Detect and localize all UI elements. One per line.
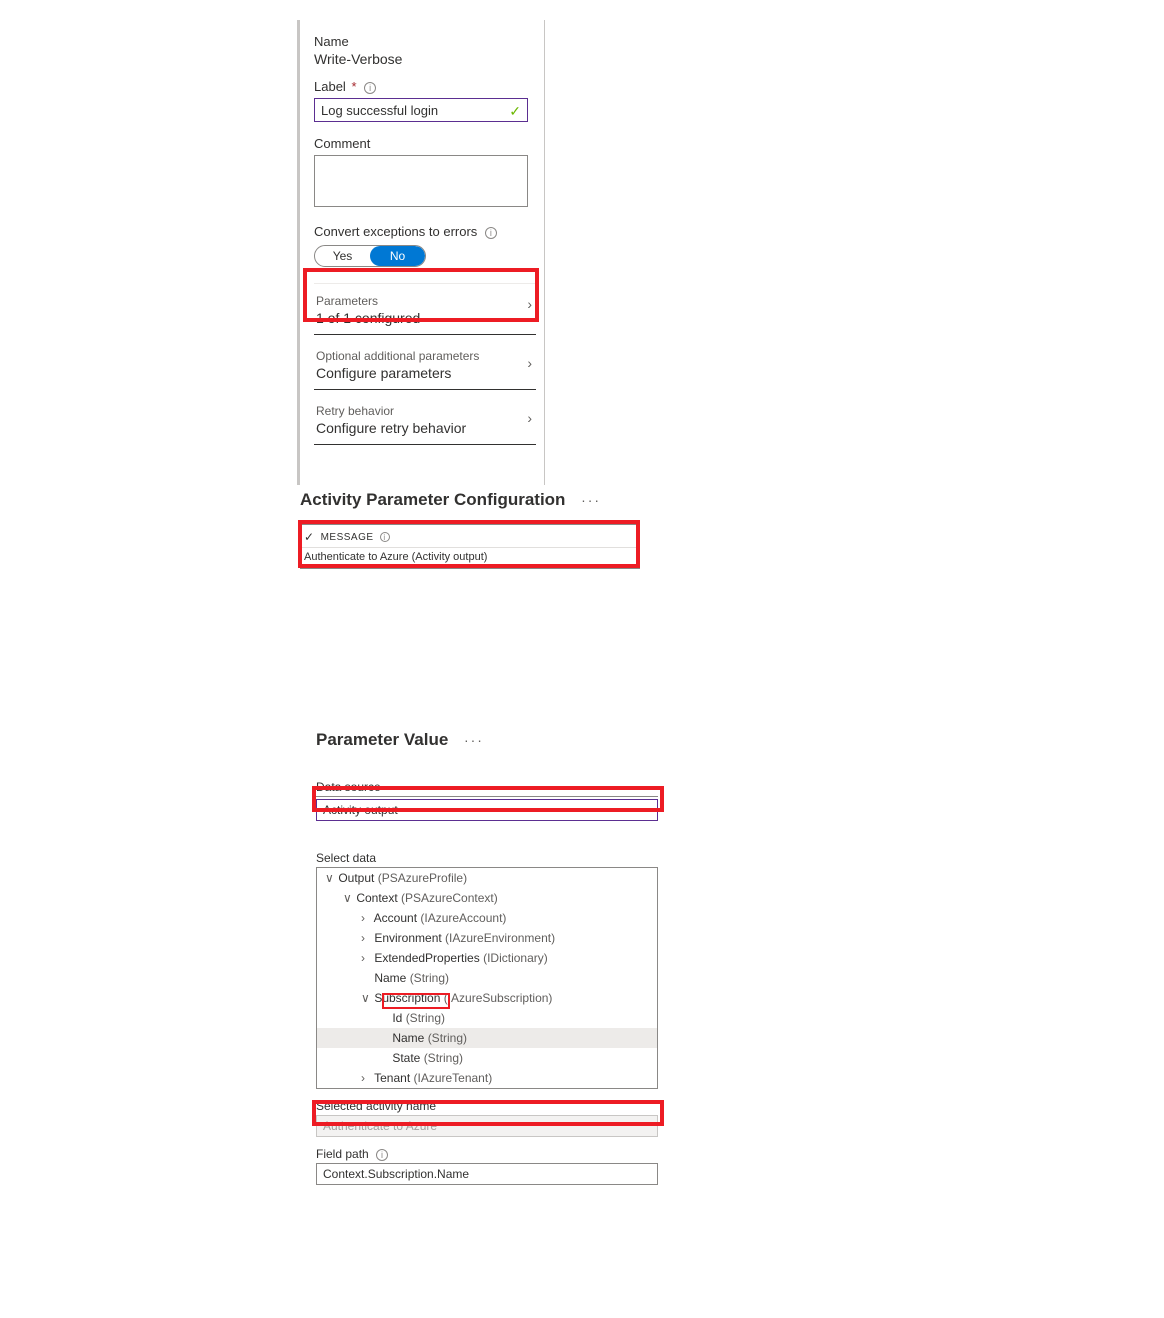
selected-activity-field: Authenticate to Azure (316, 1115, 658, 1137)
select-data-tree[interactable]: ∨ Output (PSAzureProfile)∨ Context (PSAz… (316, 867, 658, 1089)
tree-node-type: (String) (406, 1011, 445, 1025)
chevron-down-icon[interactable]: ∨ (361, 990, 371, 1006)
tree-node-name: Account (371, 911, 420, 925)
check-icon: ✓ (509, 103, 521, 120)
more-icon[interactable]: ··· (464, 732, 484, 748)
tree-node-name: ExtendedProperties (371, 951, 483, 965)
tree-node[interactable]: Name (String) (317, 1028, 657, 1048)
tree-node-name: Environment (371, 931, 445, 945)
activity-editor-pane: Name Write-Verbose Label * i Log success… (297, 20, 545, 485)
message-header: ✓ MESSAGE i (300, 525, 640, 548)
optional-params-sub: Optional additional parameters (316, 349, 534, 363)
tree-node-name: Subscription (371, 991, 444, 1005)
chevron-right-icon[interactable]: › (361, 1070, 371, 1086)
comment-input[interactable] (314, 155, 528, 207)
field-path-value: Context.Subscription.Name (323, 1167, 469, 1181)
section-header-row: Parameter Value ··· (316, 730, 662, 750)
info-icon[interactable]: i (380, 532, 390, 542)
label-label: Label * i (314, 79, 536, 94)
optional-params-main: Configure parameters (316, 365, 534, 381)
chevron-right-icon: › (527, 355, 532, 371)
retry-main: Configure retry behavior (316, 420, 534, 436)
tree-node[interactable]: ∨ Output (PSAzureProfile) (317, 868, 657, 888)
chevron-right-icon[interactable]: › (361, 950, 371, 966)
section-title: Parameter Value (316, 730, 448, 749)
parameter-value-section: Parameter Value ··· Data source Activity… (316, 730, 662, 1185)
activity-param-config-section: Activity Parameter Configuration ··· ✓ M… (300, 490, 640, 569)
select-data-label: Select data (316, 851, 662, 865)
parameters-sub: Parameters (316, 294, 534, 308)
label-input[interactable]: Log successful login ✓ (314, 98, 528, 122)
tree-node[interactable]: Id (String) (317, 1008, 657, 1028)
name-value: Write-Verbose (314, 51, 536, 67)
tree-node-type: (IDictionary) (483, 951, 548, 965)
field-path-input[interactable]: Context.Subscription.Name (316, 1163, 658, 1185)
tree-node-name: Context (353, 891, 401, 905)
tree-node[interactable]: › Tenant (IAzureTenant) (317, 1068, 657, 1088)
comment-label: Comment (314, 136, 536, 151)
message-label: MESSAGE (321, 532, 374, 543)
parameters-main: 1 of 1 configured (316, 310, 534, 326)
chevron-right-icon: › (527, 296, 532, 312)
info-icon[interactable]: i (485, 227, 497, 239)
tree-node-name: Output (335, 871, 378, 885)
convert-exceptions-label: Convert exceptions to errors i (314, 224, 536, 239)
tree-node-name: State (389, 1051, 424, 1065)
selected-activity-label: Selected activity name (316, 1099, 662, 1113)
toggle-yes[interactable]: Yes (315, 246, 370, 266)
name-label: Name (314, 34, 536, 49)
label-input-value: Log successful login (321, 103, 438, 118)
chevron-down-icon[interactable]: ∨ (325, 870, 335, 886)
check-icon: ✓ (304, 530, 315, 544)
tree-node[interactable]: ∨ Subscription (IAzureSubscription) (317, 988, 657, 1008)
selected-activity-value: Authenticate to Azure (323, 1119, 437, 1133)
tree-node-name: Tenant (371, 1071, 413, 1085)
tree-node-type: (String) (410, 971, 449, 985)
label-text: Label (314, 79, 346, 94)
info-icon[interactable]: i (364, 82, 376, 94)
tree-node-type: (PSAzureContext) (401, 891, 498, 905)
tree-node[interactable]: › Account (IAzureAccount) (317, 908, 657, 928)
retry-sub: Retry behavior (316, 404, 534, 418)
message-param-row[interactable]: ✓ MESSAGE i Authenticate to Azure (Activ… (300, 524, 640, 569)
message-value: Authenticate to Azure (Activity output) (300, 548, 640, 568)
tree-node-type: (PSAzureProfile) (378, 871, 467, 885)
toggle-no[interactable]: No (370, 246, 425, 266)
tree-node-type: (IAzureSubscription) (444, 991, 553, 1005)
data-source-select[interactable]: Activity output (316, 799, 658, 821)
tree-node-type: (IAzureAccount) (420, 911, 506, 925)
tree-node-type: (IAzureTenant) (413, 1071, 492, 1085)
parameters-row[interactable]: Parameters 1 of 1 configured › (314, 283, 536, 335)
convert-exceptions-toggle[interactable]: Yes No (314, 245, 426, 267)
tree-node[interactable]: › ExtendedProperties (IDictionary) (317, 948, 657, 968)
tree-node[interactable]: Name (String) (317, 968, 657, 988)
optional-params-row[interactable]: Optional additional parameters Configure… (314, 343, 536, 390)
data-source-value: Activity output (323, 803, 398, 817)
tree-node-name: Name (389, 1031, 428, 1045)
tree-node-type: (String) (424, 1051, 463, 1065)
retry-row[interactable]: Retry behavior Configure retry behavior … (314, 398, 536, 445)
tree-node-type: (IAzureEnvironment) (445, 931, 555, 945)
chevron-right-icon: › (527, 410, 532, 426)
chevron-right-icon[interactable]: › (361, 910, 371, 926)
data-source-label: Data source (316, 780, 658, 797)
tree-node-name: Name (371, 971, 410, 985)
tree-node-name: Id (389, 1011, 406, 1025)
section-title: Activity Parameter Configuration (300, 490, 565, 509)
section-header-row: Activity Parameter Configuration ··· (300, 490, 640, 510)
chevron-down-icon[interactable]: ∨ (343, 890, 353, 906)
more-icon[interactable]: ··· (581, 492, 601, 508)
field-path-label: Field path i (316, 1147, 662, 1161)
info-icon[interactable]: i (376, 1149, 388, 1161)
required-star: * (351, 79, 356, 94)
tree-node[interactable]: State (String) (317, 1048, 657, 1068)
tree-node[interactable]: › Environment (IAzureEnvironment) (317, 928, 657, 948)
tree-node[interactable]: ∨ Context (PSAzureContext) (317, 888, 657, 908)
tree-node-type: (String) (428, 1031, 467, 1045)
chevron-right-icon[interactable]: › (361, 930, 371, 946)
